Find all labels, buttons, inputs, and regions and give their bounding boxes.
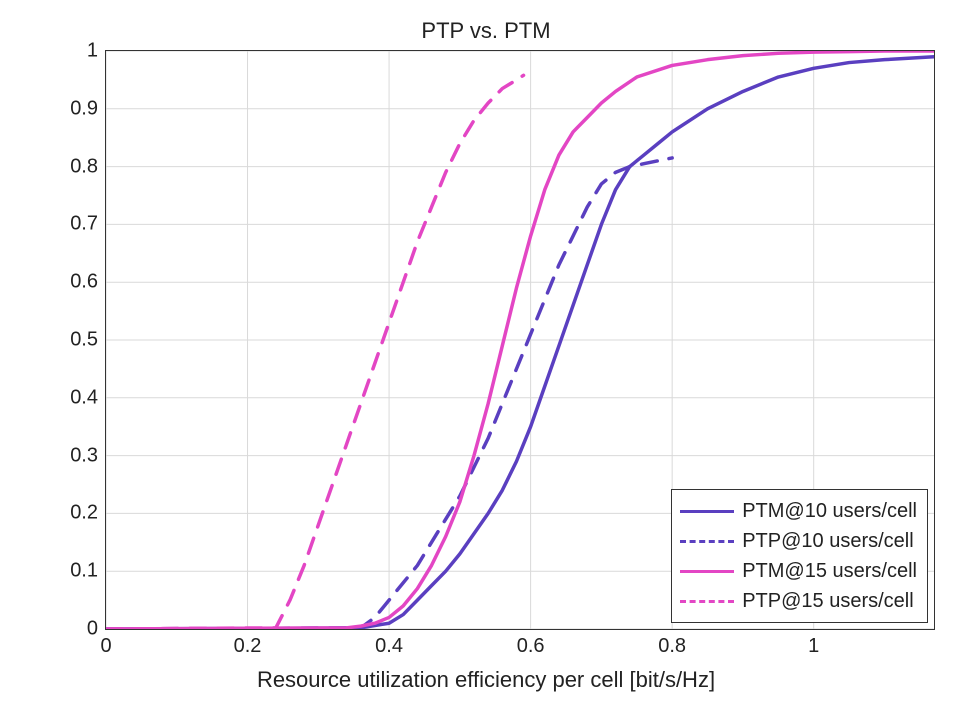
series-line	[106, 75, 524, 629]
x-tick: 0.4	[375, 635, 403, 658]
legend-item-ptm10: PTM@10 users/cell	[680, 496, 917, 526]
legend-swatch	[680, 600, 734, 603]
x-tick: 0.8	[658, 635, 686, 658]
x-tick: 0.2	[234, 635, 262, 658]
legend-label: PTP@10 users/cell	[742, 526, 913, 556]
legend-swatch	[680, 570, 734, 573]
y-tick: 0.6	[70, 271, 98, 294]
legend-item-ptp15: PTP@15 users/cell	[680, 586, 917, 616]
legend-swatch	[680, 540, 734, 543]
legend-label: PTM@10 users/cell	[742, 496, 917, 526]
plot-area: 00.10.20.30.40.50.60.70.80.91 00.20.40.6…	[105, 50, 935, 630]
y-tick: 0	[87, 618, 98, 641]
legend-label: PTM@15 users/cell	[742, 556, 917, 586]
legend: PTM@10 users/cell PTP@10 users/cell PTM@…	[671, 489, 928, 623]
y-tick: 0.2	[70, 502, 98, 525]
y-tick: 0.8	[70, 155, 98, 178]
y-tick: 0.7	[70, 213, 98, 236]
x-tick: 0.6	[517, 635, 545, 658]
y-tick: 0.5	[70, 329, 98, 352]
legend-swatch	[680, 510, 734, 513]
x-axis-label: Resource utilization efficiency per cell…	[0, 667, 972, 693]
chart-figure: PTP vs. PTM Cumulative distribution func…	[0, 0, 972, 707]
legend-item-ptm15: PTM@15 users/cell	[680, 556, 917, 586]
chart-title: PTP vs. PTM	[0, 18, 972, 44]
y-tick: 0.1	[70, 560, 98, 583]
x-tick: 1	[808, 635, 819, 658]
y-tick: 0.9	[70, 97, 98, 120]
y-tick: 1	[87, 40, 98, 63]
legend-label: PTP@15 users/cell	[742, 586, 913, 616]
y-tick: 0.4	[70, 386, 98, 409]
x-tick: 0	[100, 635, 111, 658]
y-tick: 0.3	[70, 444, 98, 467]
legend-item-ptp10: PTP@10 users/cell	[680, 526, 917, 556]
